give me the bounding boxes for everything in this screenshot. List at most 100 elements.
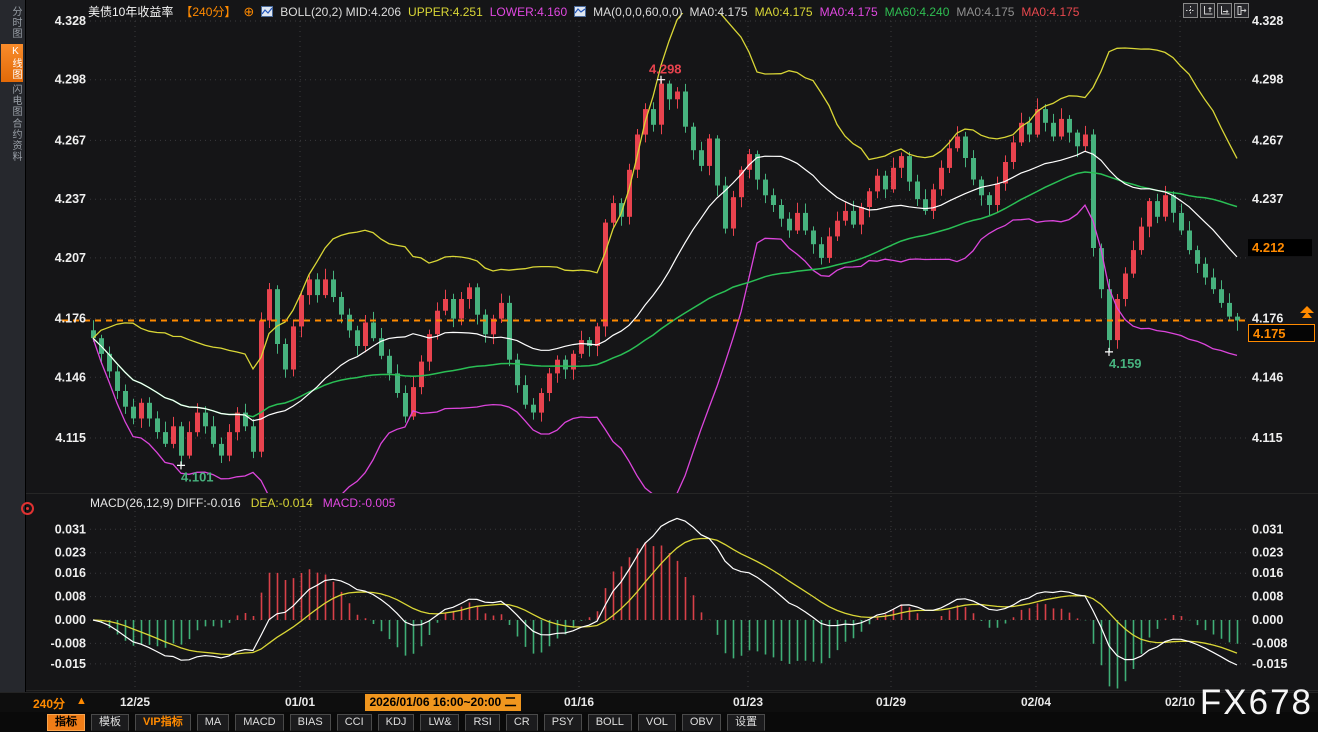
add-indicator-icon[interactable]: ⊕ xyxy=(243,6,254,18)
svg-text:4.146: 4.146 xyxy=(55,370,86,384)
toolbar-button-psy[interactable]: PSY xyxy=(544,714,582,731)
toolbar-button-ma[interactable]: MA xyxy=(197,714,230,731)
boll-lower-value: LOWER:4.160 xyxy=(490,5,567,19)
boll-values: BOLL(20,2) MID:4.206 xyxy=(280,5,401,19)
period-dropdown-icon[interactable]: ▲ xyxy=(76,695,87,707)
svg-text:4.212: 4.212 xyxy=(1252,240,1285,255)
ma-value: MA0:4.175 xyxy=(956,5,1014,19)
svg-text:0.016: 0.016 xyxy=(55,566,86,580)
ma-value: MA0:4.175 xyxy=(755,5,813,19)
exit-fullscreen-icon[interactable] xyxy=(1234,3,1249,18)
price-chart-canvas[interactable]: 4.2984.1594.1014.3284.3284.2984.2984.267… xyxy=(0,0,1318,732)
x-axis-label: 01/16 xyxy=(564,695,594,709)
ma-price-tag: 4.212 xyxy=(1248,239,1312,256)
sidebar: 分时图 K线图闪电图合约资料 xyxy=(0,0,26,692)
macd-diff-value: MACD(26,12,9) DIFF:-0.016 xyxy=(90,496,241,510)
toolbar-button-cr[interactable]: CR xyxy=(506,714,538,731)
overlay-lines xyxy=(93,8,1237,513)
boll-mid-line xyxy=(93,151,1237,420)
ma-value: MA0:4.175 xyxy=(690,5,748,19)
x-axis-label: 02/04 xyxy=(1021,695,1051,709)
svg-text:4.298: 4.298 xyxy=(55,73,86,87)
x-axis-label: 02/10 xyxy=(1165,695,1195,709)
svg-text:4.298: 4.298 xyxy=(649,62,682,77)
svg-text:0.023: 0.023 xyxy=(1252,546,1283,560)
x-axis-label: 01/23 xyxy=(733,695,763,709)
period-label: 【240分】 xyxy=(180,3,236,20)
macd-dea-value: DEA:-0.014 xyxy=(251,496,313,510)
svg-text:4.101: 4.101 xyxy=(181,469,214,484)
ma-values: MA0:4.175 MA0:4.175 MA0:4.175 MA60:4.240 MA0… xyxy=(690,5,1080,19)
toolbar-button-boll[interactable]: BOLL xyxy=(588,714,632,731)
page-title: 美债10年收益率 xyxy=(88,3,173,20)
period-selector[interactable]: 240分 xyxy=(33,695,65,712)
svg-text:4.298: 4.298 xyxy=(1252,73,1283,87)
x-axis-label: 01/01 xyxy=(285,695,315,709)
watermark: FX678 xyxy=(1200,683,1313,723)
svg-text:0.008: 0.008 xyxy=(55,590,86,604)
sidebar-tab-fenshi[interactable]: 分时图 xyxy=(1,4,23,41)
boll-chart-icon[interactable] xyxy=(261,6,273,17)
ma-value: MA60:4.240 xyxy=(885,5,950,19)
chart-header: 美债10年收益率 【240分】 ⊕ BOLL(20,2) MID:4.206 U… xyxy=(88,3,1079,20)
extreme-marks: 4.298 4.159 4.101 xyxy=(177,62,1142,485)
toolbar-button-moban[interactable]: 模板 xyxy=(91,714,129,731)
svg-text:4.115: 4.115 xyxy=(55,431,86,445)
svg-text:-0.008: -0.008 xyxy=(1252,636,1287,650)
ma-group-label: MA(0,0,0,60,0,0) xyxy=(593,5,682,19)
macd-macd-value: MACD:-0.005 xyxy=(323,496,396,510)
macd-histogram xyxy=(94,542,1238,688)
x-axis-label: 12/25 xyxy=(120,695,150,709)
selected-bar-time[interactable]: 2026/01/06 16:00~20:00 二 xyxy=(365,694,521,711)
sidebar-tab-flash[interactable]: 闪电图 xyxy=(1,82,23,119)
sidebar-tab-contract[interactable]: 合约资料 xyxy=(1,116,23,164)
svg-text:4.159: 4.159 xyxy=(1109,356,1142,371)
svg-text:4.175: 4.175 xyxy=(1253,326,1286,341)
svg-text:4.237: 4.237 xyxy=(55,192,86,206)
candlesticks xyxy=(91,80,1240,466)
svg-text:4.146: 4.146 xyxy=(1252,370,1283,384)
svg-text:0.000: 0.000 xyxy=(1252,613,1283,627)
svg-text:-0.008: -0.008 xyxy=(51,636,86,650)
toolbar-button-cci[interactable]: CCI xyxy=(337,714,372,731)
svg-text:-0.015: -0.015 xyxy=(51,657,86,671)
svg-text:0.008: 0.008 xyxy=(1252,590,1283,604)
svg-text:0.016: 0.016 xyxy=(1252,566,1283,580)
svg-text:4.237: 4.237 xyxy=(1252,192,1283,206)
indicator-toolbar: 指标模板 VIP指标 MA MACD BIAS CCI KDJ LW&RSI CR PSY BOLL… xyxy=(0,712,1318,732)
toolbar-button-rsi[interactable]: RSI xyxy=(465,714,499,731)
chart-toolbar-icons xyxy=(1183,3,1249,18)
svg-text:0.000: 0.000 xyxy=(55,613,86,627)
toolbar-button-obv[interactable]: OBV xyxy=(682,714,721,731)
alert-dot-icon[interactable] xyxy=(21,502,34,515)
toolbar-button-bias[interactable]: BIAS xyxy=(290,714,331,731)
macd-header: MACD(26,12,9) DIFF:-0.016 DEA:-0.014 MAC… xyxy=(90,496,395,510)
svg-text:4.176: 4.176 xyxy=(1252,312,1283,326)
sidebar-tab-kline[interactable]: K线图 xyxy=(1,44,23,82)
svg-text:4.176: 4.176 xyxy=(55,312,86,326)
toolbar-button-shezhi[interactable]: 设置 xyxy=(727,714,765,731)
ma60-line xyxy=(93,172,1237,417)
ma-chart-icon[interactable] xyxy=(574,6,586,17)
trading-app-window: 4.2984.1594.1014.3284.3284.2984.2984.267… xyxy=(0,0,1318,732)
svg-text:4.267: 4.267 xyxy=(1252,133,1283,147)
svg-text:4.328: 4.328 xyxy=(55,14,86,28)
ma-value: MA0:4.175 xyxy=(820,5,878,19)
toolbar-button-vip[interactable]: VIP指标 xyxy=(135,714,191,731)
svg-text:0.031: 0.031 xyxy=(1252,522,1283,536)
boll-upper-value: UPPER:4.251 xyxy=(408,5,483,19)
zoom-out-chart-icon[interactable] xyxy=(1217,3,1232,18)
toolbar-button-kdj[interactable]: KDJ xyxy=(378,714,415,731)
toolbar-button-vol[interactable]: VOL xyxy=(638,714,676,731)
crosshair-move-icon[interactable] xyxy=(1183,3,1198,18)
svg-text:0.031: 0.031 xyxy=(55,522,86,536)
zoom-in-chart-icon[interactable] xyxy=(1200,3,1215,18)
toolbar-button-lw[interactable]: LW& xyxy=(420,714,459,731)
svg-text:4.207: 4.207 xyxy=(55,251,86,265)
toolbar-button-zhibiao[interactable]: 指标 xyxy=(47,714,85,731)
svg-text:0.023: 0.023 xyxy=(55,546,86,560)
svg-text:4.267: 4.267 xyxy=(55,133,86,147)
x-axis-label: 01/29 xyxy=(876,695,906,709)
x-axis-row: 240分 ▲ 2026/01/06 16:00~20:00 二 12/25 01/… xyxy=(0,692,1318,713)
toolbar-button-macd[interactable]: MACD xyxy=(235,714,283,731)
